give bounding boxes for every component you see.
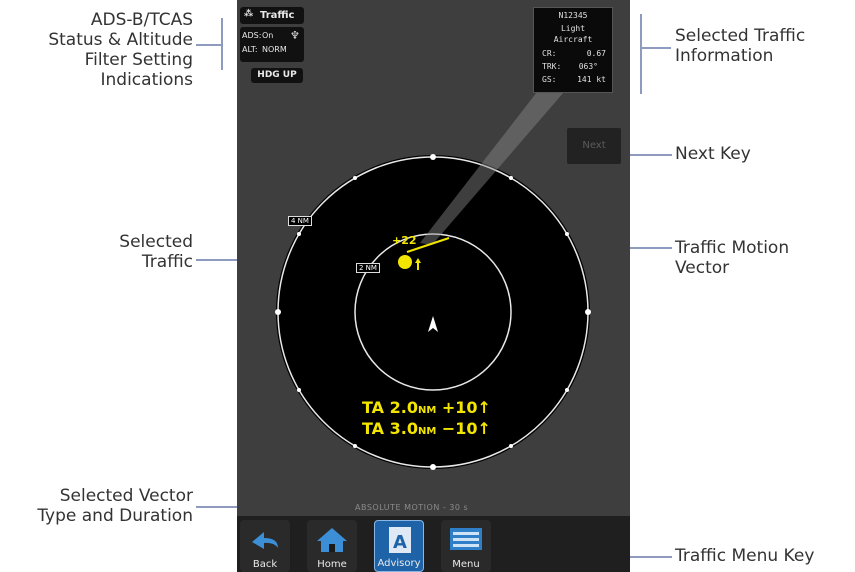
callout-info-leader xyxy=(641,47,671,49)
inner-range-label: 2 NM xyxy=(356,263,380,273)
advisory-key-label: Advisory xyxy=(377,558,421,569)
callout-status-bracket xyxy=(221,18,223,70)
traffic-alert-1: TA 2.0NM +10↑ xyxy=(362,398,491,417)
info-trk-label: TRK: xyxy=(542,62,562,71)
ads-alt-status-panel[interactable]: ADS: On ♆ ALT: NORM xyxy=(240,27,304,62)
callout-next-key: Next Key xyxy=(675,144,751,164)
callout-info-bracket xyxy=(640,14,642,94)
traffic-screen: +22 4 NM 2 NM ⁂ Traffic ADS: On ♆ ALT: N… xyxy=(237,0,630,572)
alert-1-unit: NM xyxy=(417,405,437,416)
selected-traffic-symbol xyxy=(398,255,412,269)
callout-traffic-menu-key: Traffic Menu Key xyxy=(675,546,815,566)
callout-status: ADS-B/TCAS Status & Altitude Filter Sett… xyxy=(0,10,193,90)
callout-status-leader xyxy=(196,44,222,46)
traffic-alert-2: TA 3.0NM −10↑ xyxy=(362,419,491,438)
home-icon xyxy=(317,528,347,552)
callout-motion-line-1: Traffic Motion xyxy=(675,238,790,258)
alt-label: ALT: xyxy=(242,45,258,54)
alert-2-tail: −10↑ xyxy=(441,419,491,438)
menu-icon xyxy=(450,528,482,550)
alt-value: NORM xyxy=(262,45,287,54)
advisory-key[interactable]: A Advisory xyxy=(374,520,424,572)
back-key[interactable]: Back xyxy=(240,520,290,572)
info-trk-value: 063° xyxy=(578,62,598,71)
callout-status-line-4: Indications xyxy=(100,70,194,90)
vector-type-label: ABSOLUTE MOTION - 30 s xyxy=(355,503,469,512)
info-type-line-2: Aircraft xyxy=(553,35,593,44)
callout-selected-traffic: Selected Traffic xyxy=(0,232,193,272)
callout-vector-type-line-2: Type and Duration xyxy=(37,506,193,526)
callout-selected-traffic-line-1: Selected xyxy=(119,232,193,252)
traffic-icon: ⁂ xyxy=(244,9,254,19)
next-button[interactable]: Next xyxy=(567,128,621,164)
home-key-label: Home xyxy=(317,559,347,570)
alert-1-text: TA 2.0 xyxy=(362,398,418,417)
menu-key[interactable]: Menu xyxy=(441,520,491,572)
info-gs-value: 141 kt xyxy=(577,75,606,84)
ads-label: ADS: xyxy=(242,31,262,40)
callout-status-line-1: ADS-B/TCAS xyxy=(90,10,193,30)
alert-2-text: TA 3.0 xyxy=(362,419,418,438)
back-key-label: Back xyxy=(252,559,278,570)
bottom-menu-bar xyxy=(237,516,630,572)
callout-info-line-2: Information xyxy=(675,46,774,66)
traffic-title-button[interactable]: ⁂ Traffic xyxy=(240,7,304,24)
home-key[interactable]: Home xyxy=(307,520,357,572)
callout-status-line-2: Status & Altitude xyxy=(48,30,193,50)
info-cr-value: 0.67 xyxy=(586,49,606,58)
alert-2-unit: NM xyxy=(417,426,437,437)
selected-traffic-info-box: N12345 Light Aircraft CR: 0.67 TRK: 063°… xyxy=(533,7,613,93)
callout-info-line-1: Selected Traffic xyxy=(675,26,806,46)
info-cr-label: CR: xyxy=(542,49,557,58)
menu-key-label: Menu xyxy=(452,559,480,570)
ads-value: On xyxy=(262,31,274,40)
person-icon: ♆ xyxy=(290,29,300,42)
outer-range-label: 4 NM xyxy=(288,216,312,226)
orientation-button[interactable]: HDG UP xyxy=(251,68,303,83)
alert-1-tail: +10↑ xyxy=(441,398,491,417)
callout-vector-type: Selected Vector Type and Duration xyxy=(0,486,193,526)
callout-status-line-3: Filter Setting xyxy=(84,50,193,70)
info-type-line-1: Light xyxy=(560,24,586,33)
traffic-title-label: Traffic xyxy=(260,10,295,21)
info-gs-label: GS: xyxy=(542,75,557,84)
back-icon xyxy=(252,532,278,549)
callout-selected-traffic-info: Selected Traffic Information xyxy=(675,26,850,66)
callout-motion-line-2: Vector xyxy=(675,258,730,278)
svg-text:A: A xyxy=(393,532,407,553)
info-callsign: N12345 xyxy=(558,11,588,20)
callout-selected-traffic-line-2: Traffic xyxy=(141,252,193,272)
traffic-altitude-tag: +22 xyxy=(392,234,417,247)
callout-motion-vector: Traffic Motion Vector xyxy=(675,238,850,278)
callout-vector-type-line-1: Selected Vector xyxy=(59,486,193,506)
advisory-icon: A xyxy=(389,527,411,553)
